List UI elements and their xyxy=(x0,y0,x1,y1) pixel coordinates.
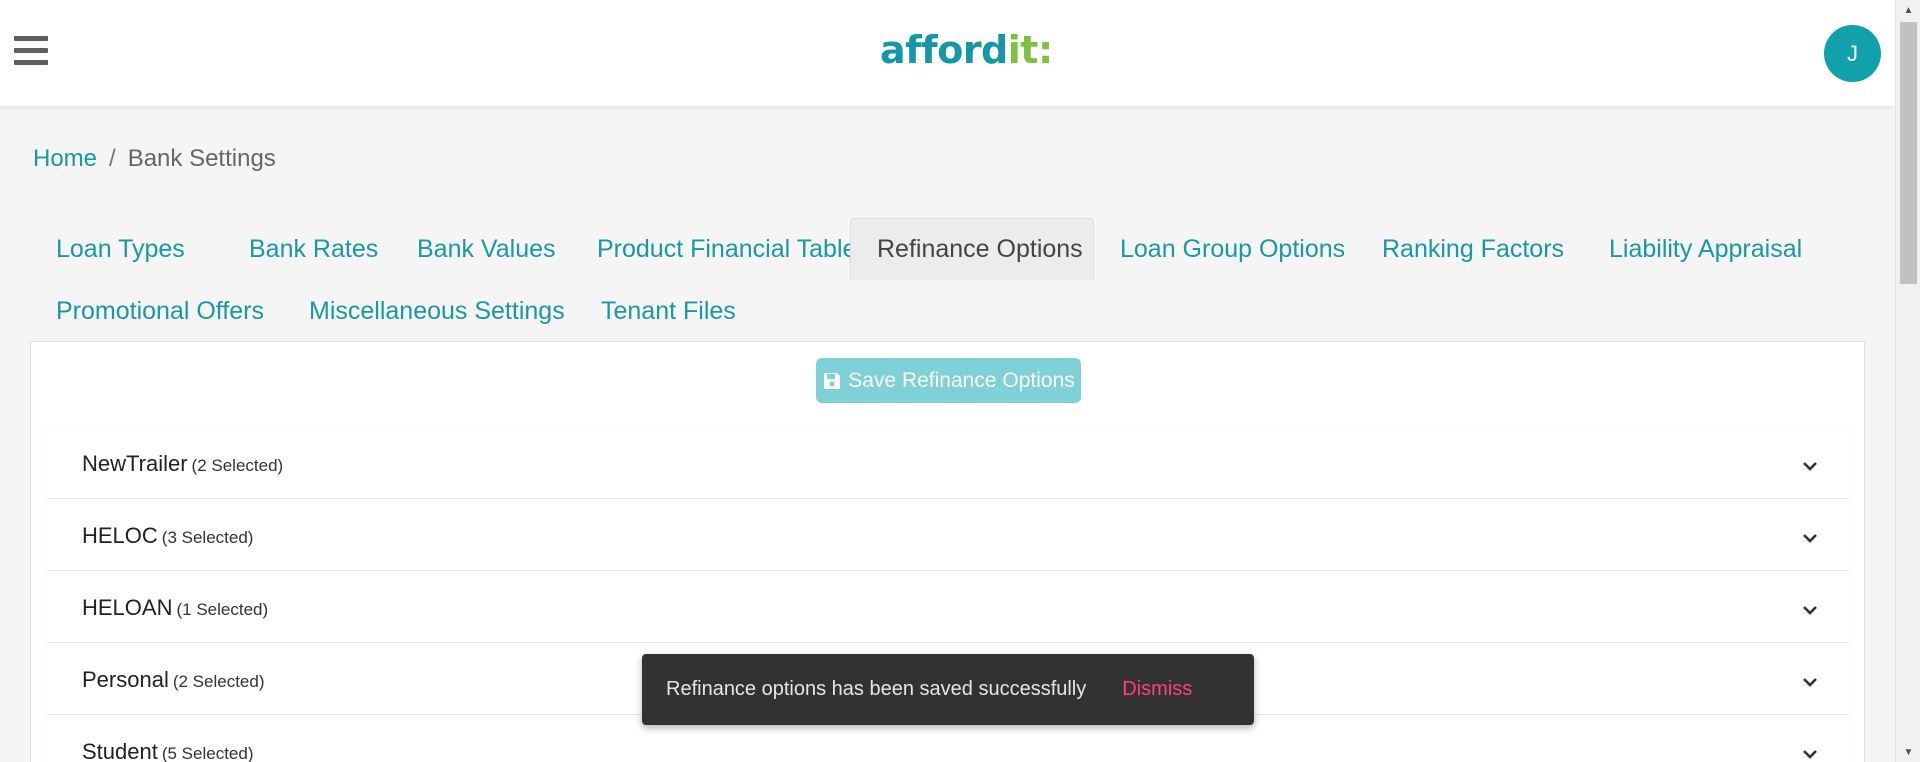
chevron-down-icon[interactable] xyxy=(1801,457,1819,475)
tab-promotional-offers[interactable]: Promotional Offers xyxy=(30,280,290,342)
tab-product-financial-tables[interactable]: Product Financial Tables xyxy=(571,218,895,280)
tab-tenant-files[interactable]: Tenant Files xyxy=(575,280,762,342)
accordion-item-name: NewTrailer xyxy=(82,451,188,476)
save-button-label: Save Refinance Options xyxy=(848,368,1075,392)
affordit-logo[interactable]: affordit: xyxy=(880,28,1053,72)
accordion-item-count: (1 Selected) xyxy=(176,600,269,619)
accordion-item-count: (5 Selected) xyxy=(161,744,254,762)
chevron-down-icon[interactable] xyxy=(1801,529,1819,547)
chevron-down-icon[interactable] xyxy=(1801,745,1819,762)
tab-miscellaneous-settings[interactable]: Miscellaneous Settings xyxy=(283,280,591,342)
accordion-item-count: (2 Selected) xyxy=(172,672,265,691)
save-icon xyxy=(824,372,841,389)
accordion-item-name: Personal xyxy=(82,667,169,692)
accordion-item-newtrailer[interactable]: NewTrailer (2 Selected) xyxy=(47,427,1849,499)
breadcrumb-home-link[interactable]: Home xyxy=(33,145,97,172)
logo-text-main: afford xyxy=(880,28,1008,72)
breadcrumb-current: Bank Settings xyxy=(127,145,276,172)
toast-dismiss-button[interactable]: Dismiss xyxy=(1122,678,1192,701)
save-refinance-options-button[interactable]: Save Refinance Options xyxy=(816,358,1081,403)
accordion-item-heloc[interactable]: HELOC (3 Selected) xyxy=(47,499,1849,571)
tab-bank-rates[interactable]: Bank Rates xyxy=(223,218,404,280)
user-avatar[interactable]: J xyxy=(1824,25,1881,82)
accordion-item-name: HELOC xyxy=(82,523,158,548)
toast-message: Refinance options has been saved success… xyxy=(666,678,1087,700)
breadcrumb-separator: / xyxy=(109,145,116,172)
accordion-item-name: HELOAN xyxy=(82,595,173,620)
accordion-item-count: (2 Selected) xyxy=(191,456,284,475)
tab-liability-appraisal[interactable]: Liability Appraisal xyxy=(1583,218,1828,280)
tab-loan-types[interactable]: Loan Types xyxy=(30,218,211,280)
top-header: affordit: J xyxy=(0,0,1895,106)
scroll-up-arrow-icon[interactable]: ▲ xyxy=(1896,0,1920,20)
accordion-item-name: Student xyxy=(82,739,158,762)
chevron-down-icon[interactable] xyxy=(1801,601,1819,619)
breadcrumb: Home / Bank Settings xyxy=(33,145,276,173)
success-toast: Refinance options has been saved success… xyxy=(642,654,1254,725)
accordion-item-heloan[interactable]: HELOAN (1 Selected) xyxy=(47,571,1849,643)
tab-bank-values[interactable]: Bank Values xyxy=(391,218,582,280)
page-scrollbar[interactable]: ▲ ▼ xyxy=(1895,0,1920,762)
scrollbar-thumb[interactable] xyxy=(1900,22,1917,284)
tab-loan-group-options[interactable]: Loan Group Options xyxy=(1094,218,1371,280)
accordion-item-count: (3 Selected) xyxy=(161,528,254,547)
tab-refinance-options[interactable]: Refinance Options xyxy=(850,218,1094,280)
tab-ranking-factors[interactable]: Ranking Factors xyxy=(1356,218,1590,280)
logo-text-accent: it: xyxy=(1007,28,1053,72)
chevron-down-icon[interactable] xyxy=(1801,673,1819,691)
scroll-down-arrow-icon[interactable]: ▼ xyxy=(1896,742,1920,762)
hamburger-menu-icon[interactable] xyxy=(14,36,48,66)
